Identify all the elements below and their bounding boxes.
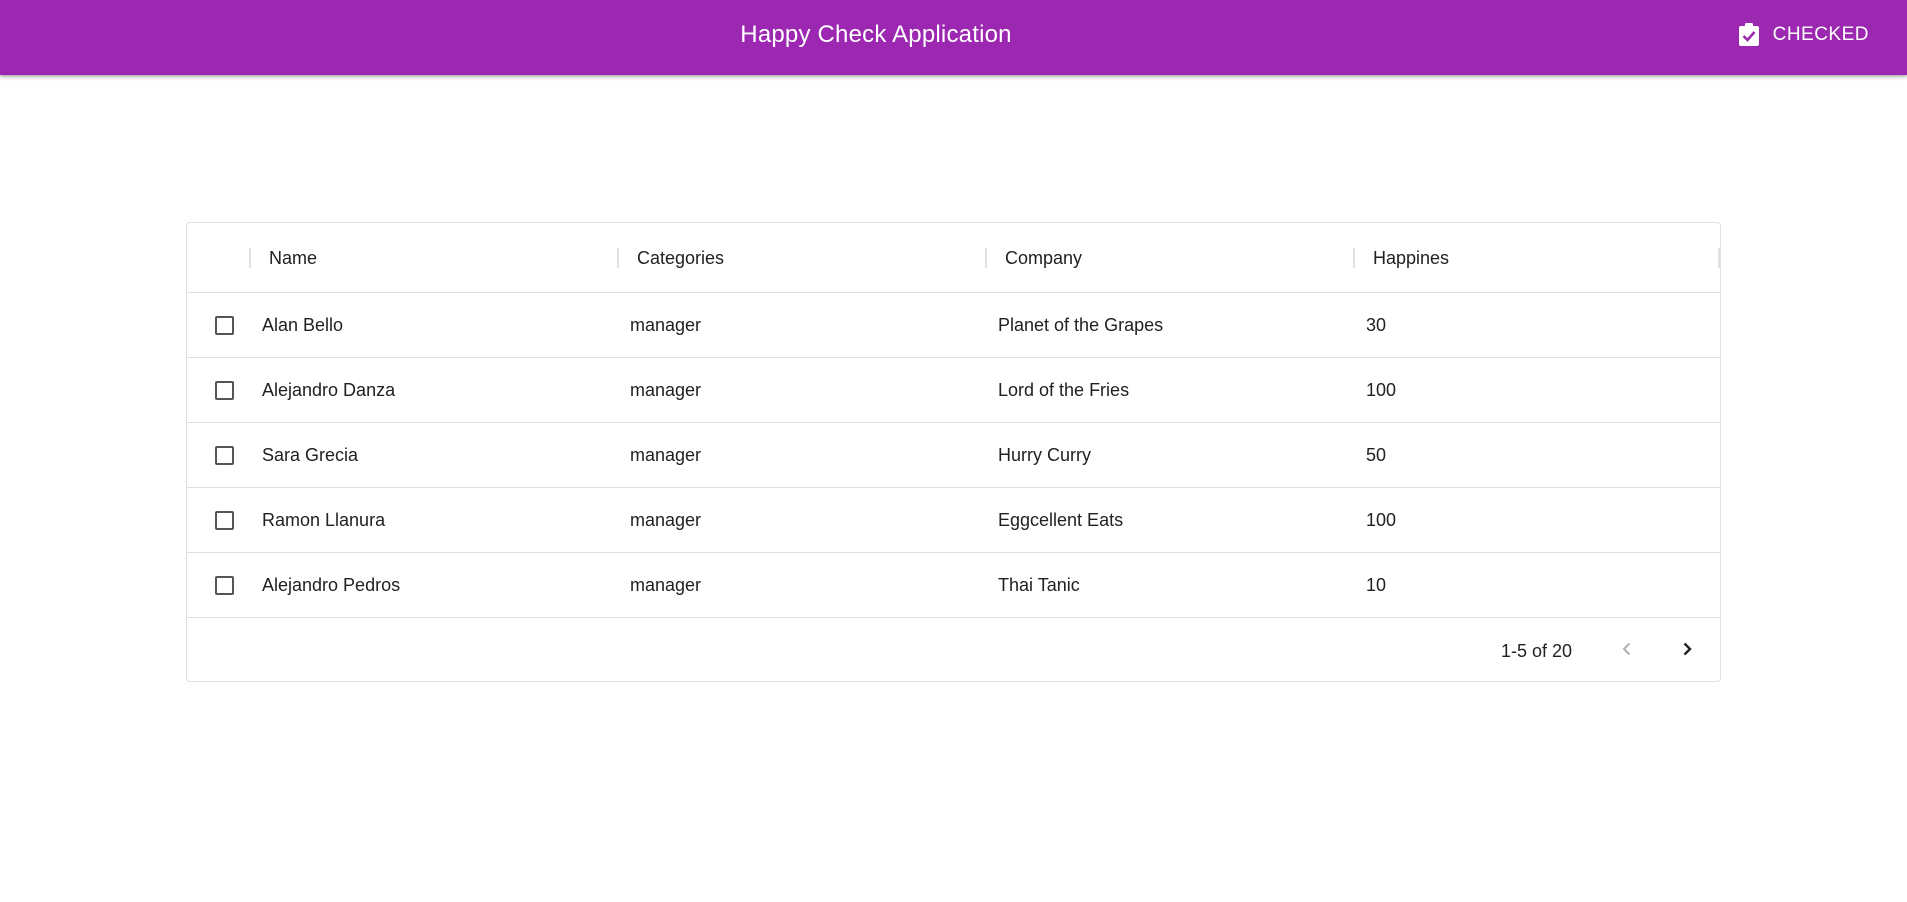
cell-company: Thai Tanic [998,575,1080,595]
cell-category: manager [630,575,702,595]
column-separator[interactable] [1718,248,1720,268]
checked-button[interactable]: CHECKED [1723,12,1883,58]
cell-category: manager [630,380,702,400]
cell-name: Sara Grecia [262,445,359,465]
data-grid: Name Categories Company Happines Alan Be… [186,222,1721,682]
row-checkbox[interactable] [215,381,234,400]
previous-page-button[interactable] [1610,634,1644,668]
cell-category: manager [630,510,702,530]
row-checkbox[interactable] [215,316,234,335]
cell-company: Eggcellent Eats [998,510,1124,530]
chevron-left-icon [1617,639,1637,664]
cell-category: manager [630,445,702,465]
chevron-right-icon [1677,639,1697,664]
row-checkbox[interactable] [215,511,234,530]
row-checkbox[interactable] [215,446,234,465]
clipboard-check-icon [1737,23,1761,47]
cell-happiness: 30 [1366,315,1387,335]
table-row[interactable]: Sara Grecia manager Hurry Curry 50 [187,423,1720,488]
cell-name: Alejandro Pedros [262,575,401,595]
cell-happiness: 10 [1366,575,1387,595]
cell-name: Ramon Llanura [262,510,386,530]
pagination-range: 1-5 of 20 [1500,641,1572,661]
row-checkbox[interactable] [215,576,234,595]
cell-happiness: 50 [1366,445,1387,465]
pagination-footer: 1-5 of 20 [187,618,1720,682]
column-header-categories[interactable]: Categories [617,223,985,293]
cell-happiness: 100 [1366,380,1397,400]
app-bar: Happy Check Application CHECKED [0,0,1907,75]
cell-company: Planet of the Grapes [998,315,1164,335]
column-header-name[interactable]: Name [249,223,617,293]
column-header-happiness[interactable]: Happines [1353,223,1721,293]
checked-button-label: CHECKED [1772,24,1869,45]
table-row[interactable]: Alejandro Pedros manager Thai Tanic 10 [187,553,1720,618]
cell-company: Lord of the Fries [998,380,1130,400]
cell-company: Hurry Curry [998,445,1091,465]
table-row[interactable]: Ramon Llanura manager Eggcellent Eats 10… [187,488,1720,553]
column-header-company[interactable]: Company [985,223,1353,293]
cell-name: Alejandro Danza [262,380,396,400]
table-row[interactable]: Alejandro Danza manager Lord of the Frie… [187,358,1720,423]
next-page-button[interactable] [1670,634,1704,668]
cell-happiness: 100 [1366,510,1397,530]
cell-category: manager [630,315,702,335]
app-title: Happy Check Application [740,21,1012,48]
cell-name: Alan Bello [262,315,344,335]
grid-header: Name Categories Company Happines [187,223,1720,293]
table-row[interactable]: Alan Bello manager Planet of the Grapes … [187,293,1720,358]
